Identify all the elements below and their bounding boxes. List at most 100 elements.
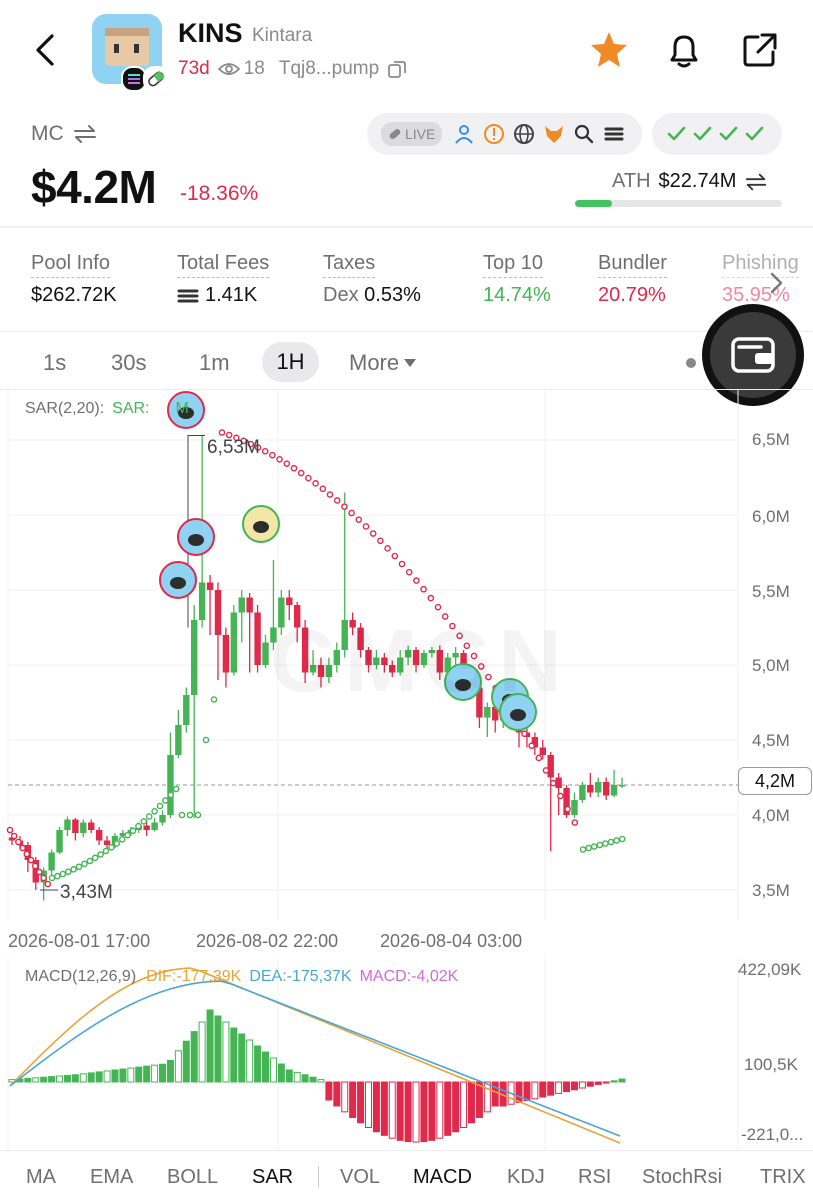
chevron-right-icon[interactable] xyxy=(766,270,786,301)
macd-bar xyxy=(428,1081,436,1141)
macd-bar xyxy=(277,1063,285,1083)
trader-avatar-face xyxy=(253,521,269,533)
sar-dot xyxy=(44,880,52,888)
sar-dot xyxy=(178,811,186,819)
macd-bar xyxy=(539,1081,547,1098)
alert-button[interactable] xyxy=(662,28,706,72)
mc-toggle[interactable]: MC xyxy=(31,122,98,146)
caret-down-icon xyxy=(404,359,417,367)
more-label: More xyxy=(349,350,400,375)
stat-value: 14.74% xyxy=(483,284,551,306)
globe-icon[interactable] xyxy=(512,122,536,146)
sar-dot xyxy=(348,509,355,517)
sar-dot xyxy=(172,785,180,793)
dif-line xyxy=(9,967,621,1144)
ath-info[interactable]: ATH $22.74M xyxy=(612,170,768,193)
indicator-sar[interactable]: SAR xyxy=(252,1166,293,1189)
candle-body xyxy=(262,642,269,665)
sar-dot xyxy=(535,754,543,762)
stat-label: Total Fees xyxy=(177,252,270,278)
sar-dot xyxy=(355,516,363,523)
fox-icon[interactable] xyxy=(542,122,566,146)
sar-dot xyxy=(135,822,142,830)
favorite-button[interactable] xyxy=(587,28,631,72)
indicator-vol[interactable]: VOL xyxy=(340,1166,380,1189)
sar-dot xyxy=(618,835,626,843)
y-tick: 5,5M xyxy=(752,582,790,601)
stack-icon xyxy=(177,289,199,302)
sar-dot xyxy=(261,447,269,455)
sar-dot xyxy=(19,844,26,852)
candle-body xyxy=(610,785,618,796)
token-name: Kintara xyxy=(252,25,313,46)
stat-prefix: Dex xyxy=(323,284,359,306)
separator xyxy=(318,1166,319,1188)
sar-dot xyxy=(186,811,194,819)
stat-value: 0.53% xyxy=(364,284,421,306)
copy-icon[interactable] xyxy=(387,59,407,79)
macd-bar xyxy=(570,1081,578,1091)
macd-indicator-label: MACD(12,26,9) xyxy=(25,968,137,985)
indicator-boll[interactable]: BOLL xyxy=(167,1166,218,1189)
stat-top10[interactable]: Top 10 14.74% xyxy=(483,252,551,307)
macd-bar xyxy=(475,1081,483,1118)
sar-dot xyxy=(596,841,604,849)
divider xyxy=(0,331,813,332)
search-icon[interactable] xyxy=(572,122,596,146)
back-button[interactable] xyxy=(28,30,64,70)
macd-bar xyxy=(412,1081,420,1143)
macd-bar xyxy=(262,1051,270,1083)
share-button[interactable] xyxy=(738,28,782,72)
dif-label: DIF:-177,39K xyxy=(146,968,242,985)
tab-1m[interactable]: 1m xyxy=(199,350,230,376)
sar-dot xyxy=(369,530,377,537)
sar-dot xyxy=(312,480,319,487)
warning-icon[interactable] xyxy=(482,122,506,146)
indicator-macd[interactable]: MACD xyxy=(413,1166,472,1189)
sar-dot xyxy=(81,860,88,868)
sar-indicator-value-tail: M xyxy=(175,400,189,417)
candle-body xyxy=(183,695,190,725)
sar-dot xyxy=(283,460,291,467)
indicator-stochrsi[interactable]: StochRsi xyxy=(642,1166,722,1189)
candle-body xyxy=(539,747,546,755)
tab-more[interactable]: More xyxy=(349,350,417,376)
indicator-kdj[interactable]: KDJ xyxy=(507,1166,545,1189)
macd-bar xyxy=(388,1081,396,1139)
macd-bar xyxy=(515,1081,523,1103)
sar-dot xyxy=(276,455,283,463)
sar-dot xyxy=(571,819,579,826)
tab-1s[interactable]: 1s xyxy=(43,350,66,376)
user-icon[interactable] xyxy=(452,122,476,146)
indicator-ema[interactable]: EMA xyxy=(90,1166,133,1189)
stat-pool-info[interactable]: Pool Info $262.72K xyxy=(31,252,117,307)
stat-bundler[interactable]: Bundler 20.79% xyxy=(598,252,667,307)
macd-bar xyxy=(586,1081,594,1087)
sar-dot xyxy=(108,844,115,851)
macd-bar xyxy=(547,1081,555,1096)
indicator-trix[interactable]: TRIX xyxy=(760,1166,806,1189)
macd-bar xyxy=(563,1081,571,1093)
indicator-rsi[interactable]: RSI xyxy=(578,1166,611,1189)
stat-total-fees[interactable]: Total Fees 1.41K xyxy=(177,252,270,307)
checks-badge[interactable] xyxy=(652,113,782,155)
tab-1h[interactable]: 1H xyxy=(262,342,319,382)
live-badge[interactable]: LIVE xyxy=(381,122,443,146)
sar-dot xyxy=(102,847,110,855)
sar-dot xyxy=(129,827,137,835)
stat-taxes[interactable]: Taxes Dex 0.53% xyxy=(323,252,421,307)
candle-body xyxy=(191,620,198,695)
macd-bar xyxy=(269,1057,277,1083)
macd-bar xyxy=(317,1079,325,1083)
y-tick: 5,0M xyxy=(752,656,790,675)
tab-30s[interactable]: 30s xyxy=(111,350,146,376)
macd-bar xyxy=(420,1081,428,1143)
macd-chart[interactable] xyxy=(0,958,813,1150)
watermark: GMGN xyxy=(270,610,568,712)
indicator-ma[interactable]: MA xyxy=(26,1166,56,1189)
y-tick: 6,5M xyxy=(752,430,790,449)
dea-line xyxy=(9,980,621,1137)
macd-bar xyxy=(119,1068,127,1083)
macd-bar xyxy=(79,1073,87,1083)
stack-icon[interactable] xyxy=(602,122,626,146)
